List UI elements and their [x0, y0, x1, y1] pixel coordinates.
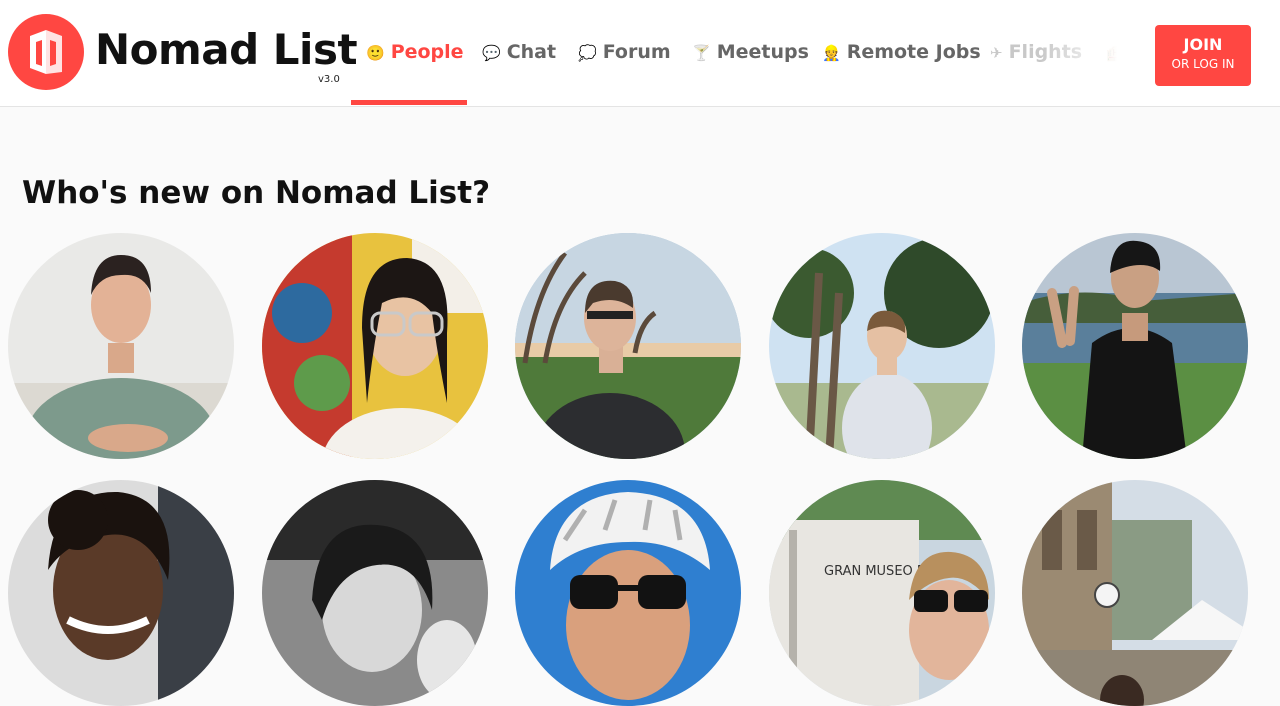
section-title: Who's new on Nomad List? — [22, 174, 491, 211]
member-avatar[interactable] — [8, 480, 234, 706]
member-avatar[interactable] — [8, 233, 234, 459]
member-avatar[interactable] — [515, 233, 741, 459]
member-photo — [8, 233, 234, 459]
member-avatar[interactable] — [515, 480, 741, 706]
member-photo — [8, 480, 234, 706]
member-photo — [769, 233, 995, 459]
smiley-face-icon: 🙂 — [366, 44, 385, 62]
top-navigation-bar: Nomad List v3.0 🙂 People 💬 Chat 💭 Forum 🍸 Me… — [0, 0, 1280, 107]
main-nav: 🙂 People 💬 Chat 💭 Forum 🍸 Meetups 👷 Remote Jo… — [0, 0, 1150, 106]
nav-tab-people[interactable]: 🙂 People — [366, 38, 464, 66]
nav-tab-label: Chat — [506, 41, 557, 63]
join-label: JOIN — [1183, 35, 1223, 54]
nav-tab-label: Remote Jobs — [846, 41, 981, 63]
member-avatar[interactable] — [262, 233, 488, 459]
member-photo: GRAN MUSEO DEL — [769, 480, 995, 706]
cocktail-glass-icon: 🍸 — [692, 44, 711, 62]
nav-tab-label: Meetups — [716, 41, 809, 63]
worker-icon: 👷 — [822, 44, 841, 62]
nav-overflow-fade — [1040, 20, 1150, 90]
active-tab-indicator — [351, 100, 467, 105]
nav-tab-forum[interactable]: 💭 Forum — [578, 38, 671, 66]
member-photo — [262, 480, 488, 706]
join-login-button[interactable]: JOIN OR LOG IN — [1155, 25, 1251, 86]
member-photo — [515, 480, 741, 706]
nav-tab-meetups[interactable]: 🍸 Meetups — [692, 38, 809, 66]
nav-tab-label: People — [390, 41, 464, 63]
thought-bubble-icon: 💭 — [578, 44, 597, 62]
member-avatar[interactable] — [1022, 233, 1248, 459]
member-avatar[interactable]: GRAN MUSEO DEL — [769, 480, 995, 706]
member-photo — [1022, 233, 1248, 459]
member-photo — [1022, 480, 1248, 706]
nav-tab-label: Forum — [602, 41, 671, 63]
member-photo — [515, 233, 741, 459]
member-photo — [262, 233, 488, 459]
member-avatar[interactable] — [769, 233, 995, 459]
speech-bubble-icon: 💬 — [482, 44, 501, 62]
member-avatar[interactable] — [262, 480, 488, 706]
member-avatar[interactable] — [1022, 480, 1248, 706]
login-label: OR LOG IN — [1171, 57, 1235, 71]
nav-tab-remote-jobs[interactable]: 👷 Remote Jobs — [822, 38, 981, 66]
airplane-icon: ✈ — [990, 44, 1003, 62]
nav-tab-chat[interactable]: 💬 Chat — [482, 38, 556, 66]
